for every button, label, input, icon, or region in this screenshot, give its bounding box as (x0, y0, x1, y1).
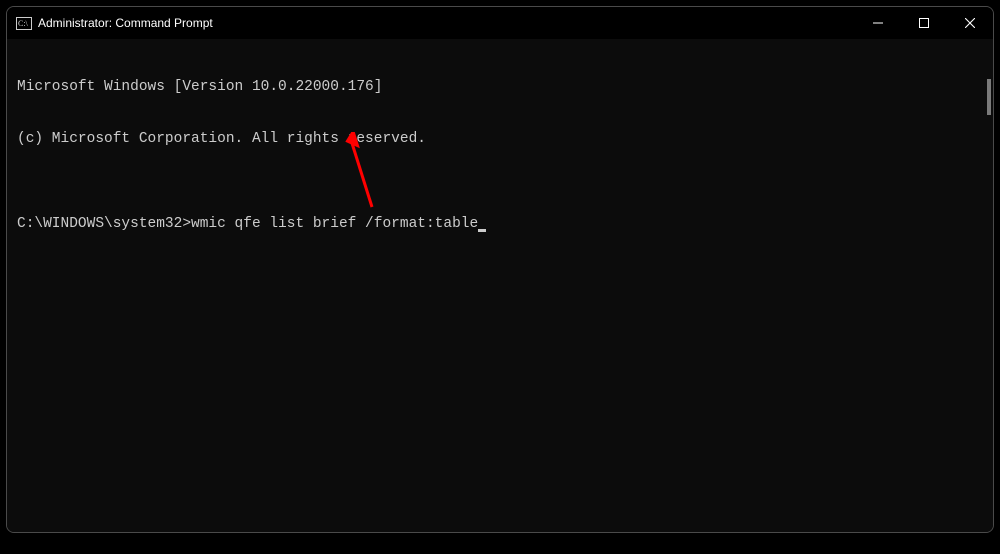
cursor (478, 229, 486, 232)
version-line: Microsoft Windows [Version 10.0.22000.17… (17, 79, 987, 96)
copyright-line: (c) Microsoft Corporation. All rights re… (17, 131, 987, 148)
close-button[interactable] (947, 7, 993, 39)
minimize-button[interactable] (855, 7, 901, 39)
command-prompt-window: C:\ Administrator: Command Prompt Micros… (6, 6, 994, 533)
titlebar[interactable]: C:\ Administrator: Command Prompt (7, 7, 993, 39)
window-title: Administrator: Command Prompt (38, 16, 213, 30)
terminal-output[interactable]: Microsoft Windows [Version 10.0.22000.17… (7, 39, 993, 532)
prompt-path: C:\WINDOWS\system32> (17, 216, 191, 233)
window-controls (855, 7, 993, 39)
cmd-icon: C:\ (16, 17, 32, 30)
prompt-line: C:\WINDOWS\system32>wmic qfe list brief … (17, 216, 987, 233)
svg-text:C:\: C:\ (18, 19, 29, 28)
vertical-scrollbar[interactable] (987, 79, 991, 115)
command-input[interactable]: wmic qfe list brief /format:table (191, 216, 478, 233)
maximize-button[interactable] (901, 7, 947, 39)
